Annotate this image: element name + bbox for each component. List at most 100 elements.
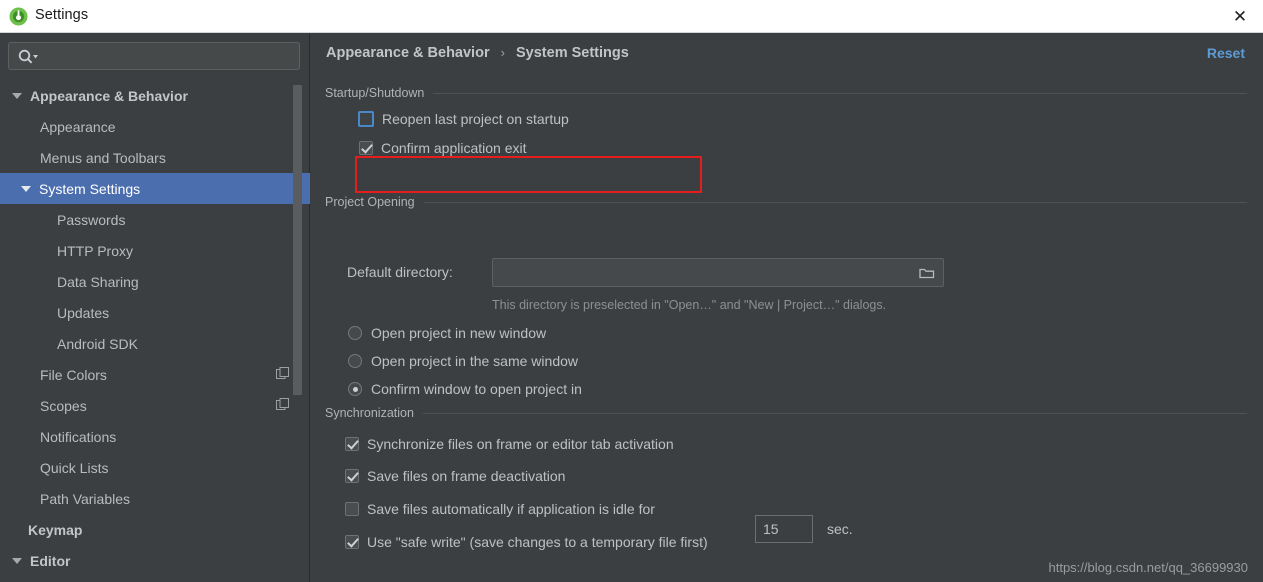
checkbox-label: Save files on frame deactivation	[367, 468, 566, 484]
checkbox-label: Reopen last project on startup	[382, 111, 569, 127]
group-project-opening: Project Opening	[325, 193, 1247, 211]
radio-icon[interactable]	[348, 326, 362, 340]
close-icon[interactable]: ✕	[1217, 0, 1263, 33]
group-divider	[422, 412, 1247, 414]
checkbox-confirm-application-exit[interactable]: Confirm application exit	[359, 140, 527, 156]
group-divider	[433, 92, 1247, 94]
sidebar-item-label: Notifications	[40, 428, 117, 445]
sidebar-item-menus-and-toolbars[interactable]: Menus and Toolbars	[0, 142, 310, 173]
checkbox-icon[interactable]	[358, 111, 374, 127]
sidebar-item-appearance-and-behavior[interactable]: Appearance & Behavior	[0, 80, 310, 111]
reset-link[interactable]: Reset	[1207, 45, 1245, 61]
group-header: Project Opening	[325, 193, 1247, 211]
sidebar-item-updates[interactable]: Updates	[0, 297, 310, 328]
sidebar-item-keymap[interactable]: Keymap	[0, 514, 310, 545]
radio-icon[interactable]	[348, 382, 362, 396]
group-header: Synchronization	[325, 404, 1247, 422]
sidebar-item-appearance[interactable]: Appearance	[0, 111, 310, 142]
sidebar-item-http-proxy[interactable]: HTTP Proxy	[0, 235, 310, 266]
radio-icon[interactable]	[348, 354, 362, 368]
default-directory-hint: This directory is preselected in "Open…"…	[492, 298, 887, 312]
sidebar-item-quick-lists[interactable]: Quick Lists	[0, 452, 310, 483]
breadcrumb: Appearance & Behavior › System Settings	[326, 45, 629, 61]
radio-label: Open project in new window	[371, 325, 547, 341]
copy-icon[interactable]	[276, 367, 290, 381]
breadcrumb-separator-icon: ›	[500, 45, 505, 60]
checkbox-label: Synchronize files on frame or editor tab…	[367, 436, 674, 452]
default-directory-label: Default directory:	[347, 264, 453, 280]
settings-main-panel: Appearance & Behavior › System Settings …	[311, 33, 1263, 582]
sidebar-item-label: Appearance	[40, 118, 116, 135]
search-icon	[17, 48, 39, 66]
sidebar-item-label: Menus and Toolbars	[40, 149, 166, 166]
checkbox-label: Use "safe write" (save changes to a temp…	[367, 534, 708, 550]
sidebar-item-label: Quick Lists	[40, 459, 109, 476]
radio-label: Confirm window to open project in	[371, 381, 582, 397]
folder-icon[interactable]	[919, 266, 935, 280]
checkbox-icon[interactable]	[345, 437, 359, 451]
sidebar-item-label: Updates	[57, 304, 110, 321]
annotation-highlight-box	[355, 156, 702, 193]
chevron-down-icon[interactable]	[12, 557, 22, 564]
radio-open-project-new-window[interactable]: Open project in new window	[348, 325, 546, 341]
checkbox-icon[interactable]	[345, 502, 359, 516]
default-directory-field[interactable]	[492, 258, 944, 287]
sidebar-item-label: Path Variables	[40, 490, 131, 507]
checkbox-icon[interactable]	[345, 469, 359, 483]
group-title: Project Opening	[325, 195, 415, 209]
breadcrumb-leaf: System Settings	[516, 45, 629, 61]
group-header: Startup/Shutdown	[325, 84, 1247, 102]
group-title: Startup/Shutdown	[325, 86, 425, 100]
sidebar-item-data-sharing[interactable]: Data Sharing	[0, 266, 310, 297]
checkbox-label: Save files automatically if application …	[367, 501, 655, 517]
sidebar-item-label: Scopes	[40, 397, 87, 414]
checkbox-synchronize-files-on-activation[interactable]: Synchronize files on frame or editor tab…	[345, 436, 674, 452]
checkbox-save-files-automatically-when-idle[interactable]: Save files automatically if application …	[345, 501, 655, 517]
checkbox-icon[interactable]	[359, 141, 373, 155]
radio-open-project-same-window[interactable]: Open project in the same window	[348, 353, 578, 369]
watermark-url: https://blog.csdn.net/qq_36699930	[1048, 560, 1249, 575]
sidebar-scrollbar-thumb[interactable]	[293, 85, 302, 395]
sidebar-item-label: Passwords	[57, 211, 126, 228]
sidebar-item-label: Editor	[30, 552, 71, 569]
sidebar-item-passwords[interactable]: Passwords	[0, 204, 310, 235]
window-titlebar: Settings ✕	[0, 0, 1263, 33]
sidebar-item-label: Appearance & Behavior	[30, 87, 188, 104]
sidebar-item-label: File Colors	[40, 366, 107, 383]
sidebar-item-label: Data Sharing	[57, 273, 139, 290]
chevron-down-icon[interactable]	[21, 185, 31, 192]
checkbox-use-safe-write[interactable]: Use "safe write" (save changes to a temp…	[345, 534, 708, 550]
idle-seconds-input[interactable]: 15	[755, 515, 813, 543]
checkbox-icon[interactable]	[345, 535, 359, 549]
checkbox-label: Confirm application exit	[381, 140, 527, 156]
settings-tree: Appearance & Behavior Appearance Menus a…	[0, 80, 310, 582]
chevron-down-icon[interactable]	[12, 92, 22, 99]
radio-label: Open project in the same window	[371, 353, 578, 369]
idle-seconds-value: 15	[763, 521, 779, 537]
copy-icon[interactable]	[276, 398, 290, 412]
sidebar-item-file-colors[interactable]: File Colors	[0, 359, 310, 390]
checkbox-reopen-last-project[interactable]: Reopen last project on startup	[358, 111, 569, 127]
android-studio-icon	[9, 7, 28, 26]
sidebar-item-label: HTTP Proxy	[57, 242, 133, 259]
sidebar-item-system-settings[interactable]: System Settings	[0, 173, 310, 204]
idle-seconds-unit-label: sec.	[827, 521, 853, 537]
search-box[interactable]	[8, 42, 300, 70]
sidebar-item-android-sdk[interactable]: Android SDK	[0, 328, 310, 359]
group-startup-shutdown: Startup/Shutdown Reopen last project on …	[325, 84, 1247, 193]
settings-sidebar: Appearance & Behavior Appearance Menus a…	[0, 33, 310, 582]
sidebar-item-label: Keymap	[28, 521, 83, 538]
search-input[interactable]	[43, 43, 295, 69]
sidebar-item-scopes[interactable]: Scopes	[0, 390, 310, 421]
window-title: Settings	[35, 7, 89, 23]
breadcrumb-root[interactable]: Appearance & Behavior	[326, 45, 490, 61]
sidebar-item-notifications[interactable]: Notifications	[0, 421, 310, 452]
sidebar-item-label: System Settings	[39, 180, 141, 197]
group-synchronization: Synchronization	[325, 404, 1247, 422]
radio-confirm-window-to-open-project-in[interactable]: Confirm window to open project in	[348, 381, 582, 397]
group-divider	[423, 201, 1247, 203]
sidebar-item-editor[interactable]: Editor	[0, 545, 310, 576]
group-title: Synchronization	[325, 406, 414, 420]
sidebar-item-path-variables[interactable]: Path Variables	[0, 483, 310, 514]
checkbox-save-files-on-frame-deactivation[interactable]: Save files on frame deactivation	[345, 468, 565, 484]
